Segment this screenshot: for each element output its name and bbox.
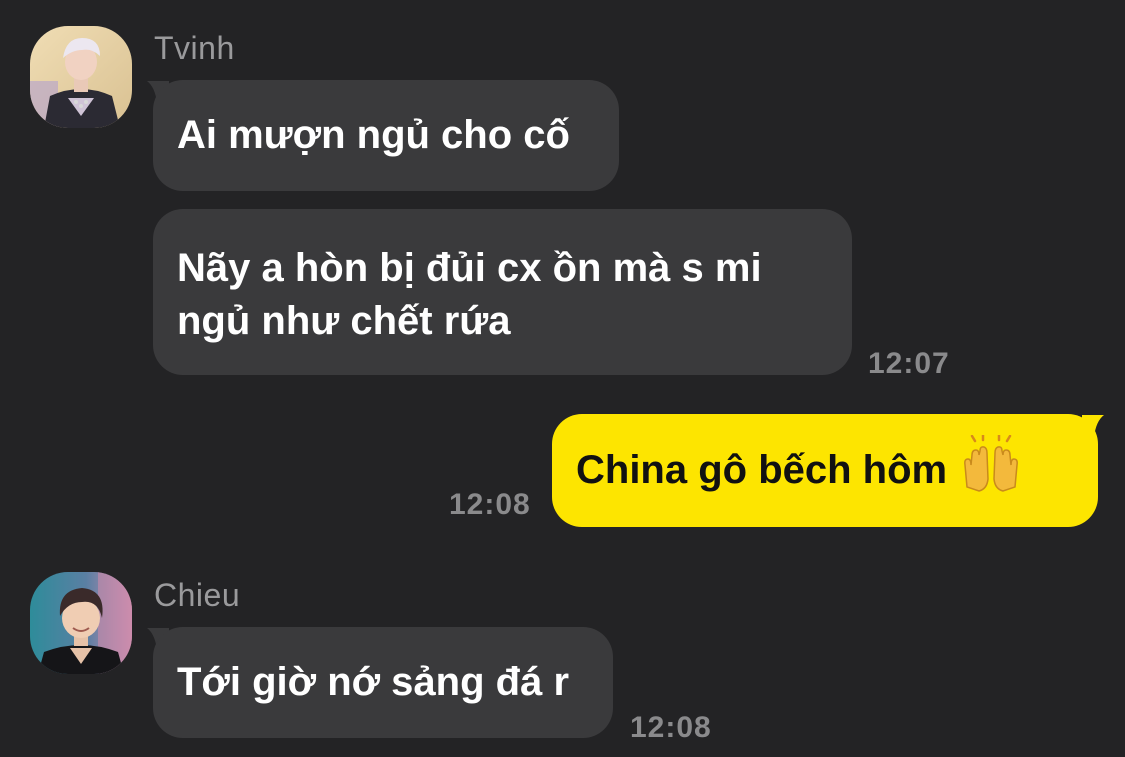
message-bubble-outgoing[interactable]: China gô bếch hôm xyxy=(552,414,1098,527)
message-timestamp: 12:07 xyxy=(868,347,950,380)
avatar-tvinh[interactable] xyxy=(30,26,132,128)
user-avatar-tvinh-icon xyxy=(30,26,132,128)
message-text: China gô bếch hôm xyxy=(576,448,948,492)
user-avatar-chieu-icon xyxy=(30,572,132,674)
message-text: Ai mượn ngủ cho cố xyxy=(177,113,570,157)
message-timestamp: 12:08 xyxy=(449,488,531,521)
sender-name: Tvinh xyxy=(154,30,235,66)
sender-name: Chieu xyxy=(154,577,241,613)
message-text: Tới giờ nớ sảng đá r xyxy=(177,660,570,704)
message-bubble[interactable]: Tới giờ nớ sảng đá r xyxy=(153,627,613,738)
message-text: Nãy a hòn bị đủi cx ồn mà s mi ngủ như c… xyxy=(177,246,762,343)
message-bubble[interactable]: Nãy a hòn bị đủi cx ồn mà s mi ngủ như c… xyxy=(153,209,852,375)
message-timestamp: 12:08 xyxy=(630,711,712,744)
message-bubble[interactable]: Ai mượn ngủ cho cố xyxy=(153,80,619,191)
avatar-chieu[interactable] xyxy=(30,572,132,674)
raising-hands-emoji-icon xyxy=(961,433,1021,507)
